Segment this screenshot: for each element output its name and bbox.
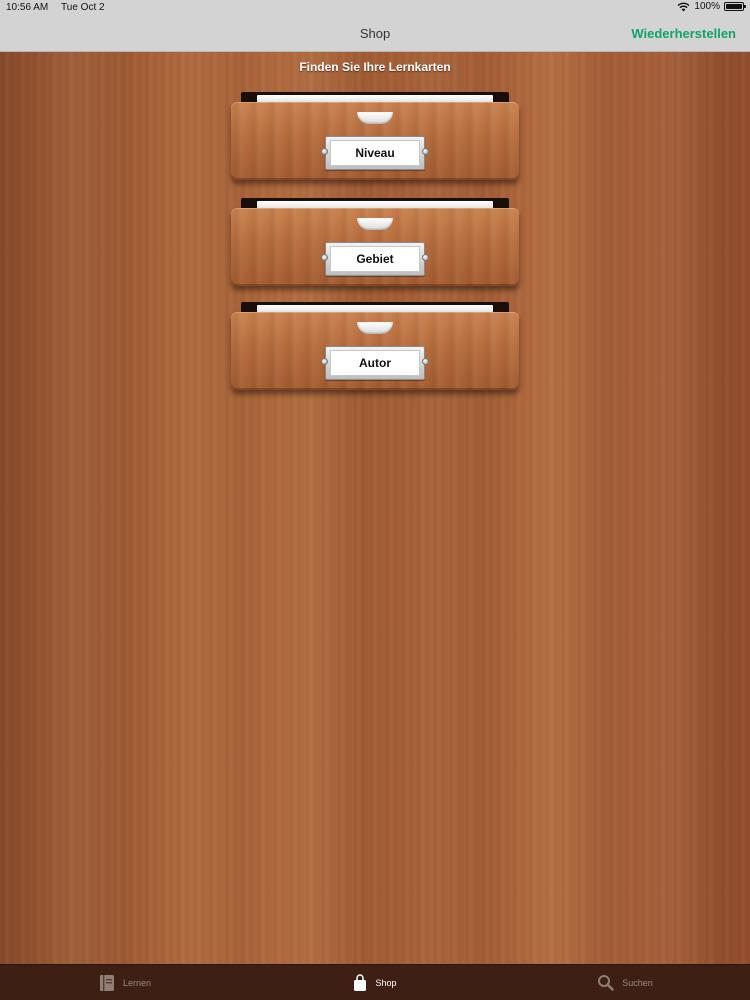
status-bar-right: 100% <box>677 1 746 12</box>
drawer-label-niveau: Niveau <box>330 140 420 166</box>
tab-label-shop: Shop <box>375 977 397 988</box>
app-root: 10:56 AM Tue Oct 2 100% Shop Wiederherst… <box>0 0 750 1000</box>
shopping-bag-icon <box>354 973 367 991</box>
status-date: Tue Oct 2 <box>61 2 105 13</box>
drawer-gebiet[interactable]: Gebiet <box>231 198 519 294</box>
status-time: 10:56 AM <box>6 2 49 13</box>
drawer-label-autor: Autor <box>330 350 420 376</box>
battery-icon <box>724 2 746 11</box>
drawer-autor[interactable]: Autor <box>231 302 519 398</box>
drawer-notch <box>357 112 393 124</box>
drawer-front[interactable]: Gebiet <box>231 208 519 286</box>
status-bar-left: 10:56 AM Tue Oct 2 <box>6 2 105 13</box>
tab-shop[interactable]: Shop <box>250 965 500 1000</box>
wifi-icon <box>677 2 690 11</box>
tab-label-lernen: Lernen <box>122 977 152 988</box>
restore-button[interactable]: Wiederherstellen <box>631 26 736 41</box>
wood-background: Finden Sie Ihre Lernkarten Niveau Gebiet <box>0 52 750 964</box>
drawer-notch <box>357 218 393 230</box>
drawer-front[interactable]: Niveau <box>231 102 519 180</box>
drawer-label-frame: Gebiet <box>321 242 429 276</box>
tab-bar: Lernen Shop Suchen <box>0 964 750 1000</box>
drawer-label-frame: Autor <box>321 346 429 380</box>
drawer-front[interactable]: Autor <box>231 312 519 390</box>
tab-label-suchen: Suchen <box>622 977 653 988</box>
search-icon <box>598 975 614 991</box>
tab-suchen[interactable]: Suchen <box>500 965 750 1000</box>
top-bar: 10:56 AM Tue Oct 2 100% Shop Wiederherst… <box>0 0 750 52</box>
drawer-niveau[interactable]: Niveau <box>231 92 519 188</box>
section-heading: Finden Sie Ihre Lernkarten <box>299 60 451 74</box>
drawer-notch <box>357 322 393 334</box>
drawer-label-gebiet: Gebiet <box>330 246 420 272</box>
battery-percent: 100% <box>694 1 720 12</box>
drawer-label-frame: Niveau <box>321 136 429 170</box>
book-icon <box>99 974 114 991</box>
tab-lernen[interactable]: Lernen <box>0 965 250 1000</box>
